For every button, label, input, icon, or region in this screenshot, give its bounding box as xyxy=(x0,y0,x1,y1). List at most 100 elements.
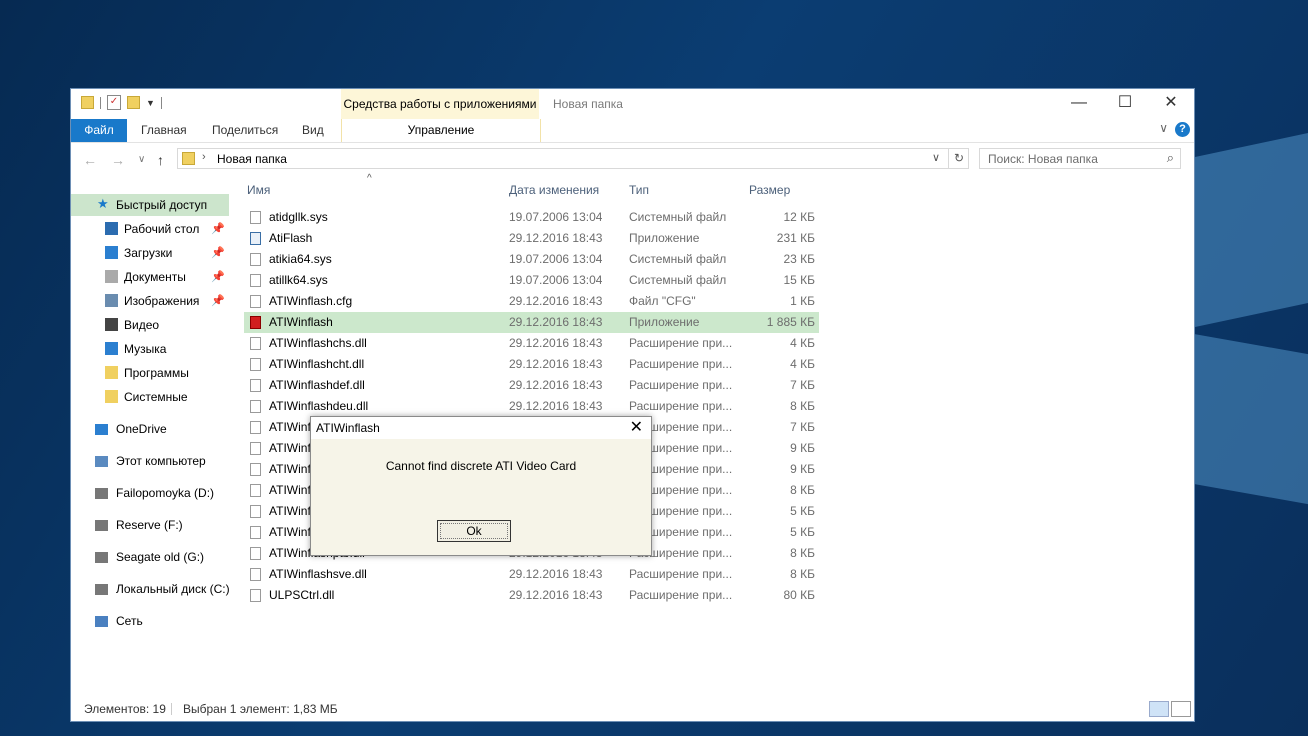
file-name[interactable]: ATIWinflash xyxy=(269,312,499,333)
video-icon xyxy=(105,318,118,331)
sidebar-item-label: Reserve (F:) xyxy=(116,518,183,532)
table-row[interactable]: ATIWinflashcht.dll 29.12.2016 18:43 Расш… xyxy=(244,354,819,375)
recent-locations-icon[interactable]: ∨ xyxy=(138,154,145,165)
properties-icon[interactable]: ✓ xyxy=(107,95,121,110)
file-name[interactable]: ATIWinflashcht.dll xyxy=(269,354,499,375)
file-date: 29.12.2016 18:43 xyxy=(509,588,603,602)
file-type: Расширение при... xyxy=(629,357,733,371)
table-row[interactable]: atillk64.sys 19.07.2006 13:04 Системный … xyxy=(244,270,819,291)
sort-ascending-icon: ^ xyxy=(367,173,372,184)
table-row[interactable]: ATIWinflashchs.dll 29.12.2016 18:43 Расш… xyxy=(244,333,819,354)
refresh-icon[interactable]: ↻ xyxy=(948,148,969,169)
search-input[interactable]: Поиск: Новая папка ⌕ xyxy=(979,148,1181,169)
tab-manage[interactable]: Управление xyxy=(341,119,541,142)
table-row[interactable]: ATIWinflashsve.dll 29.12.2016 18:43 Расш… xyxy=(244,564,819,585)
minimize-button[interactable]: — xyxy=(1056,89,1102,119)
tab-file[interactable]: Файл xyxy=(71,119,127,142)
error-dialog: ATIWinflash ✕ Cannot find discrete ATI V… xyxy=(310,416,652,556)
pin-icon[interactable]: 📌 xyxy=(211,218,225,240)
sidebar-item[interactable]: Failopomoyka (D:) xyxy=(71,482,229,504)
ribbon-tabs: Файл Главная Поделиться Вид Управление ∨… xyxy=(71,119,1194,143)
file-date: 19.07.2006 13:04 xyxy=(509,210,603,224)
chevron-down-icon[interactable]: ∨ xyxy=(932,151,940,164)
file-name[interactable]: ATIWinflash.cfg xyxy=(269,291,499,312)
sidebar-item-quick-access[interactable]: ★ Быстрый доступ xyxy=(71,194,229,216)
drive-icon xyxy=(95,552,108,563)
customize-toolbar-icon[interactable]: ▼ xyxy=(146,98,155,108)
table-row[interactable]: atidgllk.sys 19.07.2006 13:04 Системный … xyxy=(244,207,819,228)
sidebar-item[interactable]: Reserve (F:) xyxy=(71,514,229,536)
file-date: 29.12.2016 18:43 xyxy=(509,567,603,581)
pin-icon[interactable]: 📌 xyxy=(211,242,225,264)
help-icon[interactable]: ? xyxy=(1175,122,1190,137)
new-folder-icon[interactable] xyxy=(127,96,140,109)
file-name[interactable]: atidgllk.sys xyxy=(269,207,499,228)
large-icons-view-icon[interactable] xyxy=(1171,701,1191,717)
table-row[interactable]: ATIWinflashdeu.dll 29.12.2016 18:43 Расш… xyxy=(244,396,819,417)
sidebar-item[interactable]: Системные xyxy=(71,386,229,408)
file-size: 5 КБ xyxy=(790,504,815,518)
table-row[interactable]: atikia64.sys 19.07.2006 13:04 Системный … xyxy=(244,249,819,270)
column-header-date[interactable]: Дата изменения xyxy=(509,183,599,197)
column-header-type[interactable]: Тип xyxy=(629,183,649,197)
back-icon[interactable]: ← xyxy=(83,152,97,168)
file-name[interactable]: ATIWinflashdeu.dll xyxy=(269,396,499,417)
ati-app-icon xyxy=(250,316,261,329)
tab-view[interactable]: Вид xyxy=(302,119,324,142)
sidebar-item[interactable]: Видео xyxy=(71,314,229,336)
file-name[interactable]: ATIWinflashdef.dll xyxy=(269,375,499,396)
sidebar-item[interactable]: Изображения 📌 xyxy=(71,290,229,312)
explorer-window: ✓ ▼ Средства работы с приложениями Новая… xyxy=(70,88,1195,722)
file-size: 7 КБ xyxy=(790,420,815,434)
sidebar-item[interactable]: Этот компьютер xyxy=(71,450,229,472)
dll-file-icon xyxy=(250,526,261,539)
file-name[interactable]: atikia64.sys xyxy=(269,249,499,270)
file-size: 7 КБ xyxy=(790,378,815,392)
table-row[interactable]: ATIWinflash 29.12.2016 18:43 Приложение … xyxy=(244,312,819,333)
sidebar-item[interactable]: Загрузки 📌 xyxy=(71,242,229,264)
chevron-right-icon[interactable]: › xyxy=(202,151,206,163)
collapse-ribbon-icon[interactable]: ∨ xyxy=(1159,121,1168,135)
sidebar-item[interactable]: Документы 📌 xyxy=(71,266,229,288)
sidebar-item[interactable]: Программы xyxy=(71,362,229,384)
tab-share[interactable]: Поделиться xyxy=(212,119,278,142)
column-header-name[interactable]: Имя xyxy=(247,183,270,197)
folder-icon[interactable] xyxy=(81,96,94,109)
address-bar[interactable]: › Новая папка ∨ xyxy=(177,148,969,169)
ok-button[interactable]: Ok xyxy=(437,520,511,542)
sidebar-item[interactable]: Локальный диск (C:) xyxy=(71,578,230,600)
close-button[interactable]: ✕ xyxy=(1148,89,1194,119)
search-icon[interactable]: ⌕ xyxy=(1167,150,1174,166)
details-view-icon[interactable] xyxy=(1149,701,1169,717)
system-file-icon xyxy=(250,253,261,266)
sidebar-item[interactable]: Рабочий стол 📌 xyxy=(71,218,229,240)
table-row[interactable]: ATIWinflash.cfg 29.12.2016 18:43 Файл "C… xyxy=(244,291,819,312)
dialog-close-icon[interactable]: ✕ xyxy=(630,417,643,439)
table-row[interactable]: AtiFlash 29.12.2016 18:43 Приложение 231… xyxy=(244,228,819,249)
sidebar-item-label: Этот компьютер xyxy=(116,454,206,468)
table-row[interactable]: ATIWinflashdef.dll 29.12.2016 18:43 Расш… xyxy=(244,375,819,396)
pin-icon[interactable]: 📌 xyxy=(211,290,225,312)
navigation-bar: ← → ∨ ↑ › Новая папка ∨ ↻ Поиск: Новая п… xyxy=(71,143,1194,177)
file-name[interactable]: atillk64.sys xyxy=(269,270,499,291)
file-name[interactable]: AtiFlash xyxy=(269,228,499,249)
dll-file-icon xyxy=(250,400,261,413)
maximize-button[interactable]: ☐ xyxy=(1102,89,1148,119)
file-size: 4 КБ xyxy=(790,336,815,350)
file-name[interactable]: ATIWinflashsve.dll xyxy=(269,564,499,585)
address-path[interactable]: Новая папка xyxy=(217,152,287,166)
sidebar-item[interactable]: OneDrive xyxy=(71,418,229,440)
up-icon[interactable]: ↑ xyxy=(157,152,164,168)
tab-home[interactable]: Главная xyxy=(141,119,187,142)
file-name[interactable]: ULPSCtrl.dll xyxy=(269,585,499,606)
sidebar-item[interactable]: Сеть xyxy=(71,610,229,632)
forward-icon[interactable]: → xyxy=(111,152,125,168)
item-count: Элементов: 19 xyxy=(84,702,166,716)
sidebar-item[interactable]: Seagate old (G:) xyxy=(71,546,229,568)
pin-icon[interactable]: 📌 xyxy=(211,266,225,288)
column-header-size[interactable]: Размер xyxy=(749,183,790,197)
sidebar-item[interactable]: Музыка xyxy=(71,338,229,360)
file-size: 9 КБ xyxy=(790,441,815,455)
file-name[interactable]: ATIWinflashchs.dll xyxy=(269,333,499,354)
table-row[interactable]: ULPSCtrl.dll 29.12.2016 18:43 Расширение… xyxy=(244,585,819,606)
